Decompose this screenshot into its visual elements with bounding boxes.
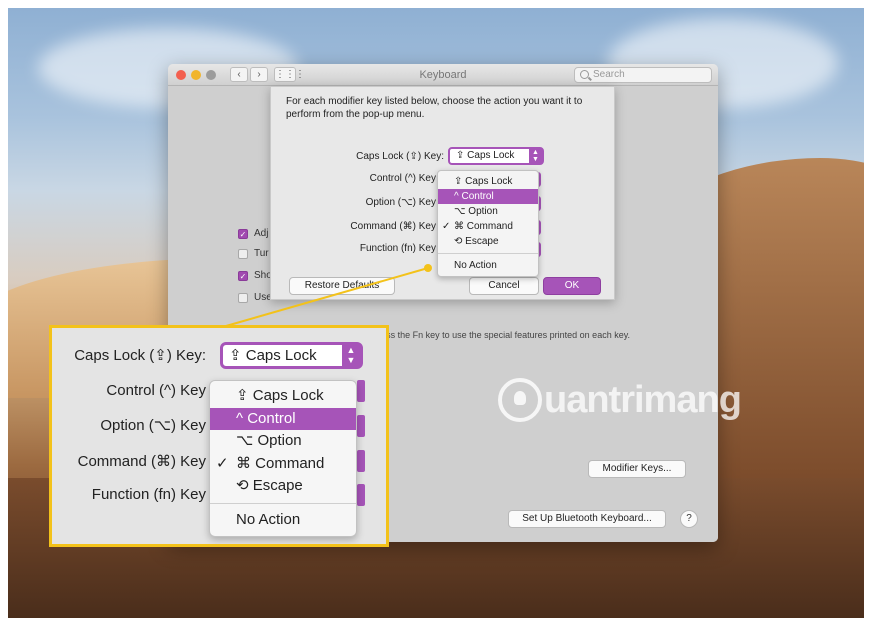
- zoom-function-label: Function (fn) Key: [91, 486, 206, 503]
- watermark: uantrimang: [498, 378, 742, 422]
- callout-dot: [424, 264, 432, 272]
- zoom-option-label: Option (⌥) Key: [100, 417, 206, 434]
- zoom-menu-item-command[interactable]: ✓ ⌘ Command: [210, 453, 356, 476]
- zoom-command-label: Command (⌘) Key: [77, 453, 206, 470]
- zoom-control-label: Control (^) Key: [106, 382, 206, 399]
- screenshot: ‹ › ⋮⋮⋮ Keyboard Search ✓ Adj Tur ✓ Sho Us…: [0, 0, 870, 621]
- zoom-option-popup[interactable]: [357, 415, 365, 437]
- checkmark-icon: ✓: [216, 454, 229, 472]
- zoom-command-popup[interactable]: [357, 450, 365, 472]
- zoom-menu-item-control[interactable]: ^ Control: [210, 407, 356, 430]
- zoom-function-popup[interactable]: [357, 484, 365, 506]
- zoom-menu-item-caps-lock[interactable]: ⇪ Caps Lock: [210, 385, 356, 408]
- zoom-caps-lock-popup[interactable]: ⇪ Caps Lock ▲ ▼: [220, 342, 363, 369]
- lightbulb-logo-icon: [498, 378, 542, 422]
- zoom-control-popup[interactable]: [357, 380, 365, 402]
- zoom-callout: Caps Lock (⇪) Key: Control (^) Key Optio…: [49, 325, 389, 547]
- zoom-menu-item-escape[interactable]: ⟲ Escape: [210, 475, 356, 498]
- zoom-modifier-action-menu: ⇪ Caps Lock ^ Control ⌥ Option ✓ ⌘ Comman…: [209, 380, 357, 537]
- stepper-icon: ▲ ▼: [342, 345, 360, 366]
- zoom-menu-item-no-action[interactable]: No Action: [210, 509, 356, 532]
- menu-separator: [210, 502, 356, 504]
- zoom-caps-lock-label: Caps Lock (⇪) Key:: [74, 347, 206, 364]
- zoom-menu-item-option[interactable]: ⌥ Option: [210, 430, 356, 453]
- watermark-text: uantrimang: [544, 378, 742, 421]
